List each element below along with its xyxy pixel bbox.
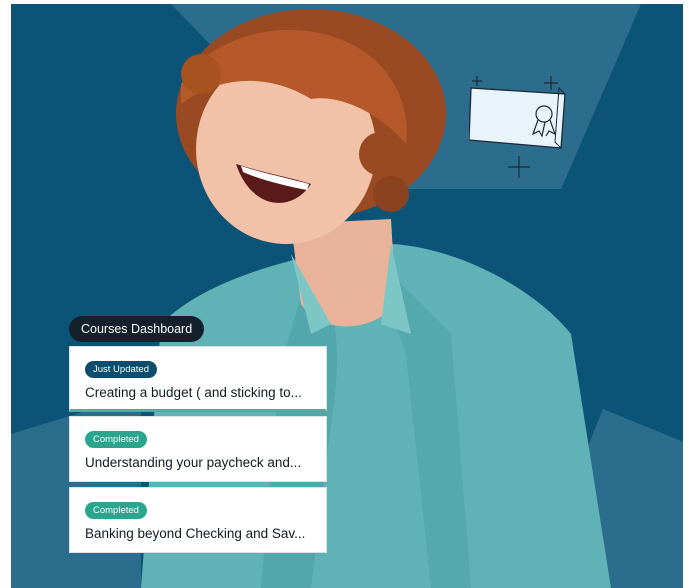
course-title: Understanding your paycheck and... — [85, 455, 302, 470]
courses-dashboard-label[interactable]: Courses Dashboard — [69, 316, 205, 342]
course-card-budget[interactable]: Just Updated Creating a budget ( and sti… — [69, 346, 327, 412]
certificate-icon — [469, 76, 566, 178]
status-badge: Completed — [85, 431, 147, 448]
course-title: Creating a budget ( and sticking to... — [85, 385, 302, 400]
status-badge: Just Updated — [85, 361, 157, 378]
status-badge: Completed — [85, 502, 147, 519]
course-card-banking[interactable]: Completed Banking beyond Checking and Sa… — [69, 487, 327, 553]
course-card-paycheck[interactable]: Completed Understanding your paycheck an… — [69, 416, 327, 482]
course-title: Banking beyond Checking and Sav... — [85, 526, 306, 541]
